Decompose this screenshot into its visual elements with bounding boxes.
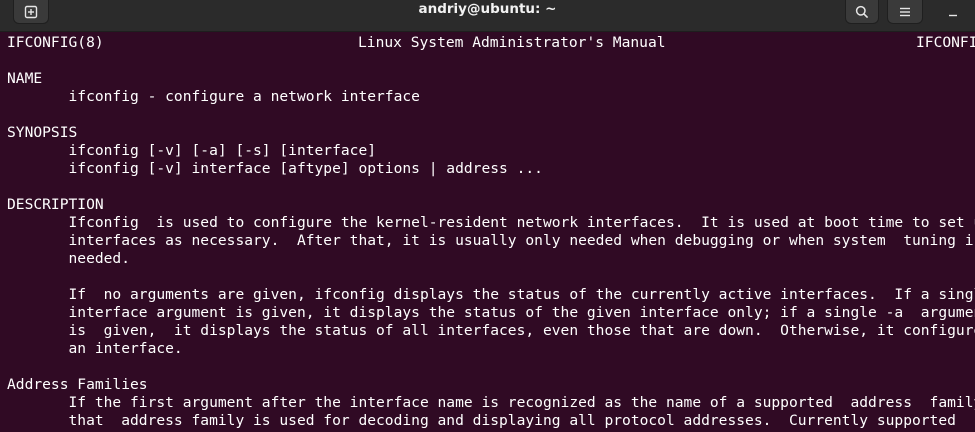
terminal-line: SYNOPSIS [7,124,78,141]
terminal-line: is given, it displays the status of all … [7,322,975,339]
terminal-line: If no arguments are given, ifconfig disp… [7,286,975,303]
man-header-right: IFCONFIG(8) [916,34,975,51]
search-button[interactable] [845,0,879,24]
terminal-line: DESCRIPTION [7,196,104,213]
terminal-line: ifconfig [-v] interface [aftype] options… [7,160,543,177]
terminal-line: NAME [7,70,43,87]
titlebar[interactable]: andriy@ubuntu: ~ [0,0,975,32]
man-header-left: IFCONFIG(8) [7,34,104,51]
hamburger-menu-icon [900,7,910,16]
terminal-line: that address family is used for decoding… [7,412,956,429]
terminal-line: interface argument is given, it displays… [7,304,975,321]
search-icon [855,5,869,18]
terminal-line: ifconfig [-v] [-a] [-s] [interface] [7,142,377,159]
minimize-icon [949,14,957,16]
minimize-button[interactable] [938,0,968,23]
man-header-center: Linux System Administrator's Manual [358,34,666,51]
terminal-line: ifconfig - configure a network interface [7,88,420,105]
terminal-line: an interface. [7,340,183,357]
terminal-line: Address Families [7,376,148,393]
terminal-line: If the first argument after the interfac… [7,394,975,411]
terminal-line: interfaces as necessary. After that, it … [7,232,975,249]
terminal-window: andriy@ubuntu: ~ IFCONFIG(8) Linux Syste… [0,0,975,432]
terminal-line: needed. [7,250,131,267]
terminal-content[interactable]: IFCONFIG(8) Linux System Administrator's… [0,32,975,432]
menu-button[interactable] [887,0,923,24]
window-title: andriy@ubuntu: ~ [418,1,557,17]
terminal-line: Ifconfig is used to configure the kernel… [7,214,975,231]
